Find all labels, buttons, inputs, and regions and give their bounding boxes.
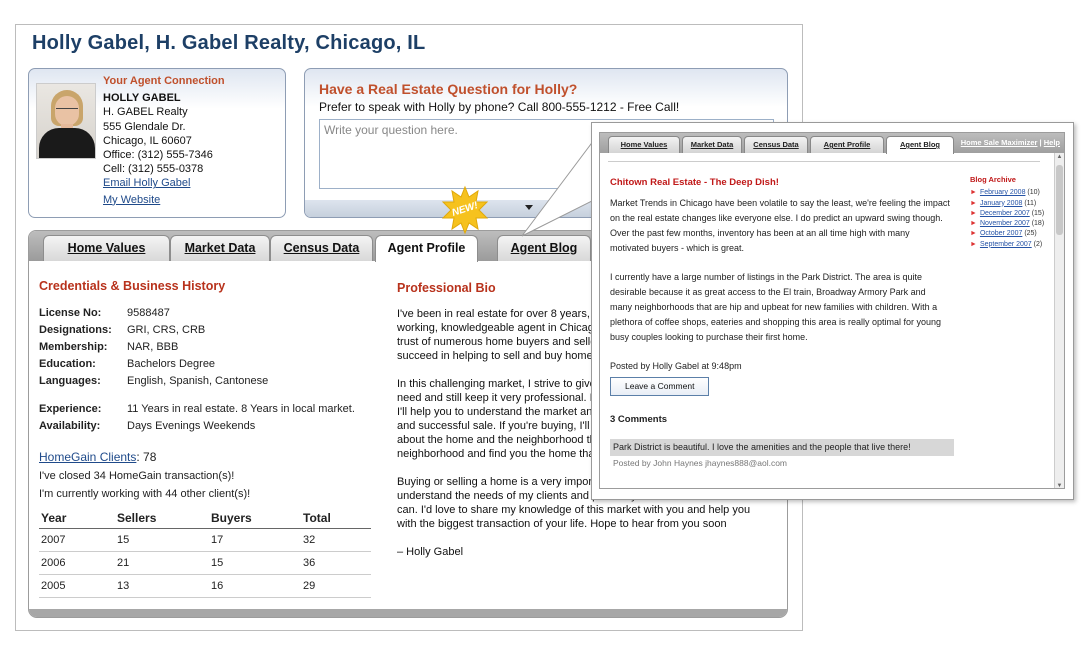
archive-item[interactable]: ► January 2008 (11) — [970, 199, 1044, 209]
comment-author: Posted by John Haynes jhaynes888@aol.com — [613, 458, 788, 468]
bullet-arrow-icon: ► — [970, 189, 977, 197]
scroll-down-icon[interactable]: ▼ — [1056, 482, 1063, 488]
agent-blog-preview-popup: Home Values Market Data Census Data Agen… — [591, 122, 1074, 500]
divider — [608, 161, 1040, 162]
leave-comment-button[interactable]: Leave a Comment — [610, 377, 710, 396]
popup-tab-home-values[interactable]: Home Values — [608, 136, 680, 153]
blog-title: Chitown Real Estate - The Deep Dish! — [610, 177, 779, 188]
popup-tab-agent-profile[interactable]: Agent Profile — [810, 136, 884, 153]
popup-tab-strip: Home Values Market Data Census Data Agen… — [600, 133, 1064, 154]
comment-text: Park District is beautiful. I love the a… — [610, 439, 954, 456]
popup-header-links: Home Sale Maximizer | Help — [960, 138, 1060, 147]
popup-tab-census-data[interactable]: Census Data — [744, 136, 808, 153]
bullet-arrow-icon: ► — [970, 209, 977, 217]
comments-heading: 3 Comments — [610, 414, 668, 425]
blog-archive-title: Blog Archive — [970, 175, 1016, 184]
help-link[interactable]: Help — [1044, 138, 1060, 147]
blog-paragraph: I currently have a large number of listi… — [610, 272, 942, 342]
bullet-arrow-icon: ► — [970, 230, 977, 238]
archive-item[interactable]: ► February 2008 (10) — [970, 188, 1044, 198]
blog-post: Chitown Real Estate - The Deep Dish! Mar… — [610, 175, 954, 471]
popup-tab-market-data[interactable]: Market Data — [682, 136, 742, 153]
blog-paragraph: Market Trends in Chicago have been volat… — [610, 198, 950, 253]
archive-item[interactable]: ► October 2007 (25) — [970, 229, 1044, 239]
blog-preview-frame: Home Values Market Data Census Data Agen… — [599, 132, 1065, 489]
bullet-arrow-icon: ► — [970, 240, 977, 248]
bullet-arrow-icon: ► — [970, 199, 977, 207]
archive-item[interactable]: ► December 2007 (15) — [970, 209, 1044, 219]
archive-item[interactable]: ► September 2007 (2) — [970, 240, 1044, 250]
scroll-up-icon[interactable]: ▲ — [1056, 153, 1063, 161]
blog-posted-by: Posted by Holly Gabel at 9:48pm — [610, 361, 742, 371]
home-sale-maximizer-link[interactable]: Home Sale Maximizer — [961, 138, 1038, 147]
popup-tab-agent-blog[interactable]: Agent Blog — [886, 136, 954, 154]
archive-item[interactable]: ► November 2007 (18) — [970, 219, 1044, 229]
blog-archive: Blog Archive ► February 2008 (10) ► Januar… — [970, 175, 1044, 250]
scroll-thumb[interactable] — [1056, 165, 1063, 235]
bullet-arrow-icon: ► — [970, 220, 977, 228]
popup-scrollbar[interactable]: ▲ ▼ — [1054, 153, 1064, 488]
